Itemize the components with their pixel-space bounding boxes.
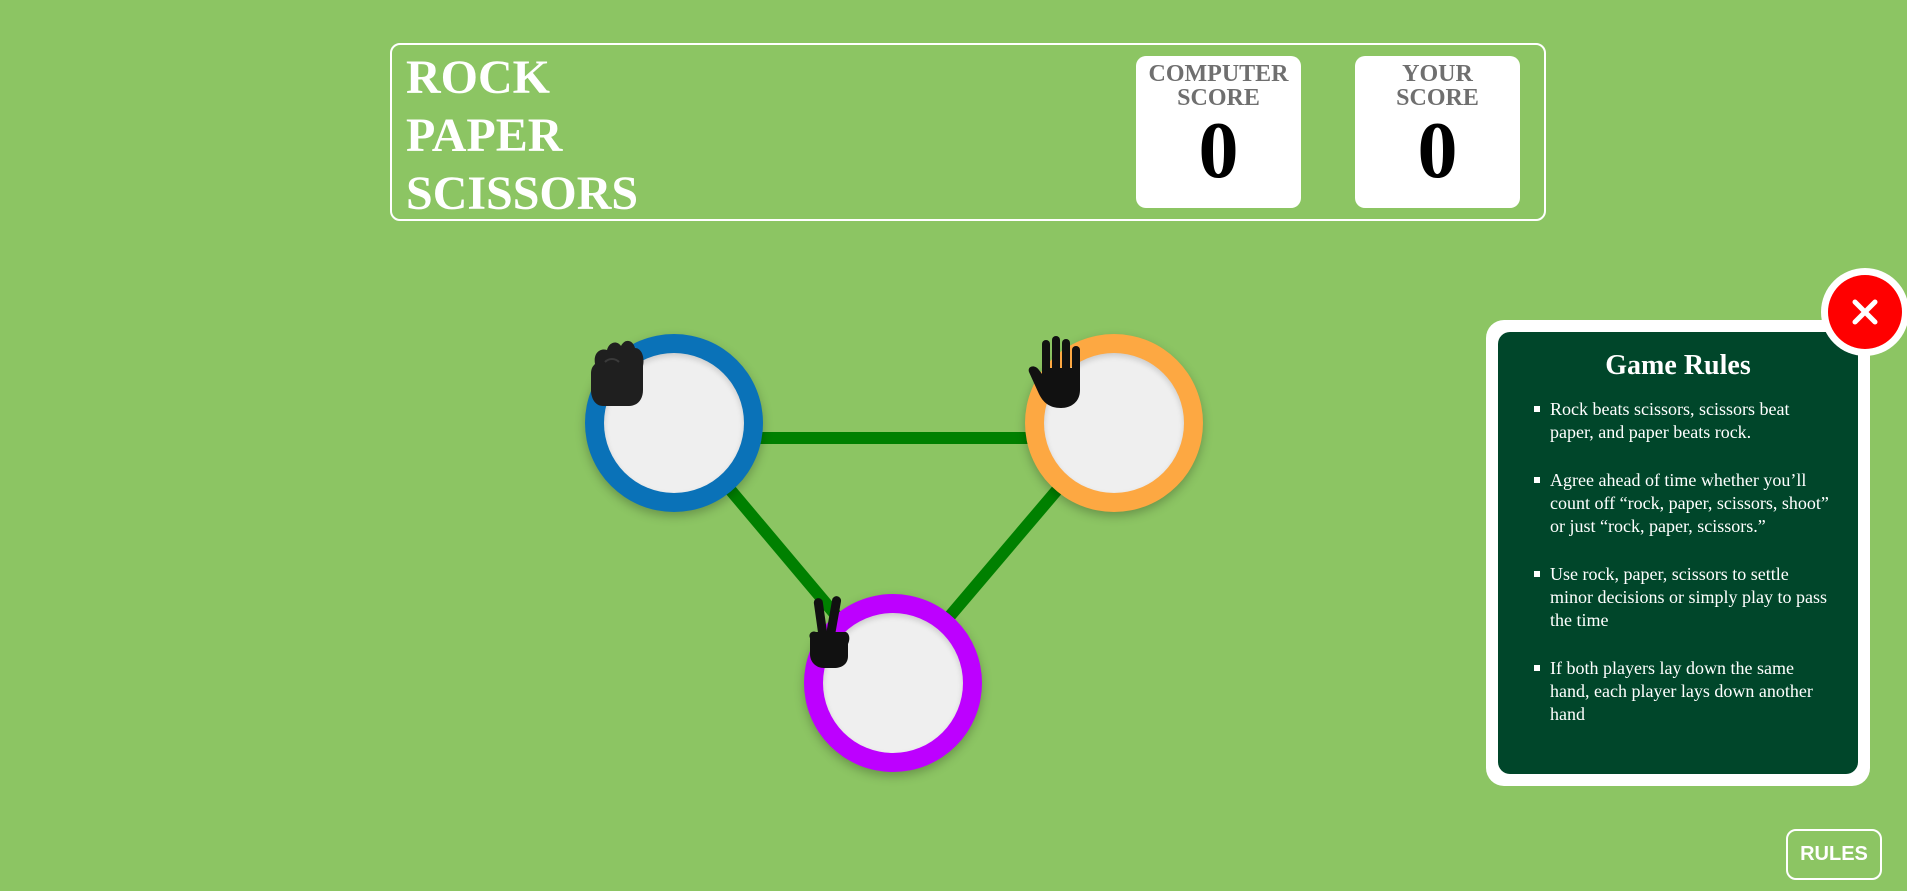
paper-choice-inner xyxy=(1028,336,1184,493)
scissors-choice-button[interactable] xyxy=(804,594,982,772)
title-line-paper: PAPER xyxy=(406,109,563,162)
rock-fist-icon xyxy=(591,340,644,406)
computer-score-label: COMPUTER SCORE xyxy=(1148,61,1289,111)
rule-item: Agree ahead of time whether you’ll count… xyxy=(1534,469,1836,538)
close-button-circle xyxy=(1828,275,1902,349)
your-score-value: 0 xyxy=(1417,107,1458,195)
title-line-rock: ROCK xyxy=(406,51,550,104)
close-rules-button[interactable] xyxy=(1821,268,1907,356)
rules-title: Game Rules xyxy=(1605,350,1751,381)
rule-item: Rock beats scissors, scissors beat paper… xyxy=(1534,398,1836,444)
your-score-box: YOUR SCORE 0 xyxy=(1355,56,1520,208)
scissors-choice-inner xyxy=(809,596,963,753)
rules-panel-content: Game Rules Rock beats scissors, scissors… xyxy=(1498,332,1858,774)
close-icon xyxy=(1852,299,1878,325)
rule-item: If both players lay down the same hand, … xyxy=(1534,657,1836,726)
rock-choice-inner xyxy=(591,340,744,493)
game-header: ROCK PAPER SCISSORS COMPUTER SCORE 0 YOU… xyxy=(390,43,1546,221)
title-line-scissors: SCISSORS xyxy=(406,167,639,220)
rules-button[interactable]: RULES xyxy=(1786,829,1882,880)
game-title: ROCK PAPER SCISSORS xyxy=(406,49,638,223)
computer-score-box: COMPUTER SCORE 0 xyxy=(1136,56,1301,208)
rule-item: Use rock, paper, scissors to settle mino… xyxy=(1534,563,1836,632)
rules-list: Rock beats scissors, scissors beat paper… xyxy=(1534,398,1836,726)
paper-choice-button[interactable] xyxy=(1025,334,1203,512)
rules-panel: Game Rules Rock beats scissors, scissors… xyxy=(1486,320,1870,786)
scissors-peace-icon xyxy=(809,596,850,668)
your-score-label: YOUR SCORE xyxy=(1396,61,1479,111)
paper-hand-icon xyxy=(1028,336,1080,408)
rock-choice-button[interactable] xyxy=(585,334,763,512)
computer-score-value: 0 xyxy=(1198,107,1239,195)
